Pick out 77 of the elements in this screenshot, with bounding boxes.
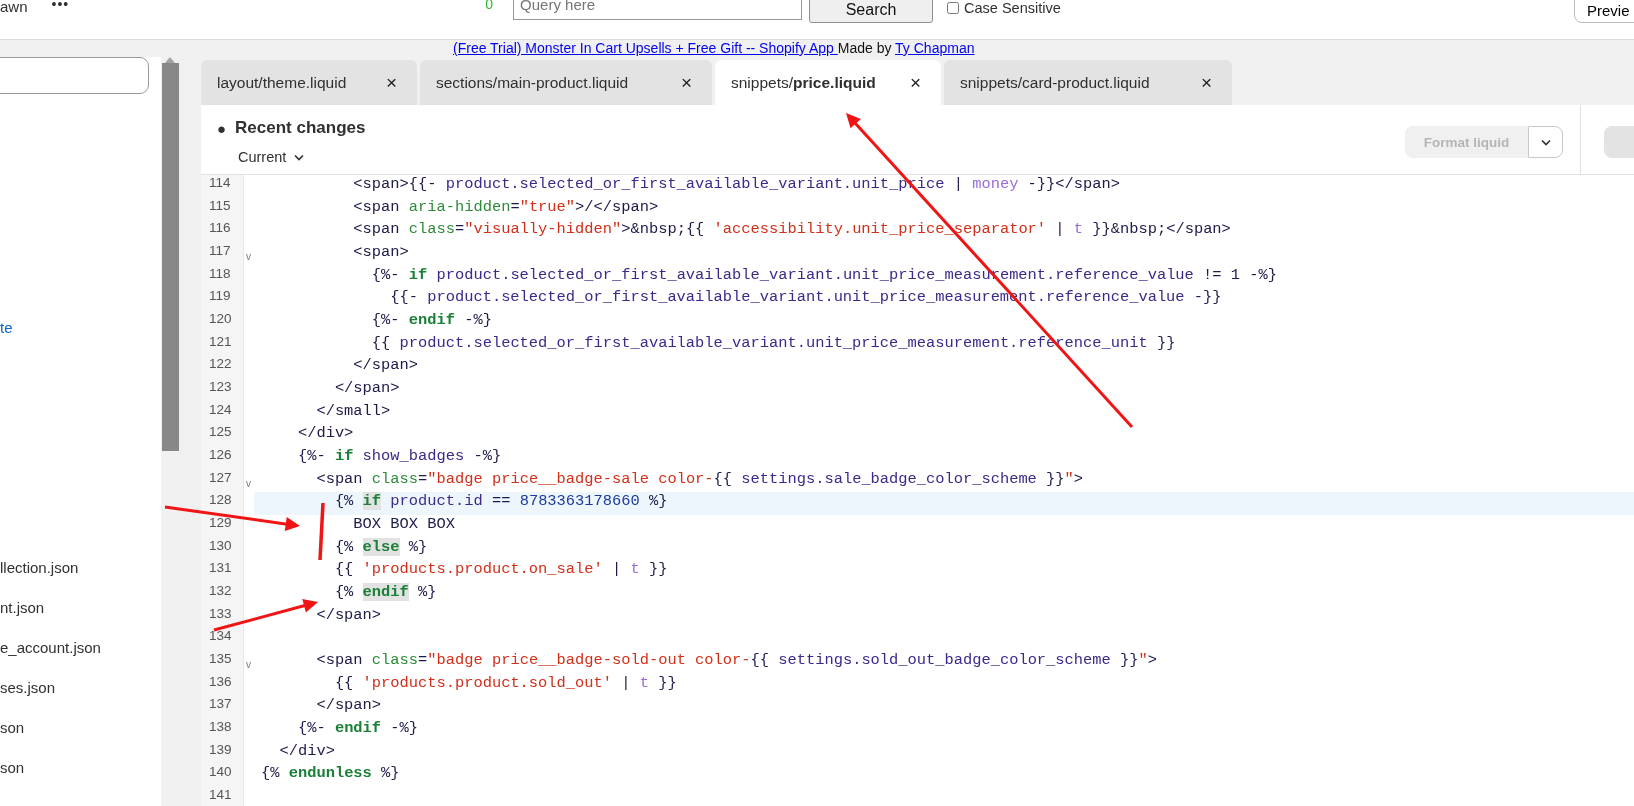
line-number: 126 xyxy=(201,447,244,470)
line-number: 122 xyxy=(201,356,244,380)
editor-tab[interactable]: snippets/card-product.liquid × xyxy=(944,60,1232,105)
code-line: <span> xyxy=(352,243,410,263)
code-line: </div> xyxy=(296,424,355,445)
close-tab-button[interactable]: × xyxy=(381,71,401,94)
app-link[interactable]: (Free Trial) Monster In Cart Upsells + Free Gift -- Shopify App xyxy=(453,40,838,56)
code-line: </span> xyxy=(315,696,383,717)
code-line: {%- endif -%} xyxy=(296,719,420,740)
line-number: 141 xyxy=(201,787,244,806)
app-title: awn xyxy=(0,0,28,15)
line-number: 116 xyxy=(201,220,244,243)
file-item[interactable]: ses.json xyxy=(0,678,161,718)
author-link[interactable]: Ty Chapman xyxy=(895,40,975,56)
section-title: Recent changes xyxy=(235,118,366,138)
line-number: 119 xyxy=(201,288,244,312)
editor-tab[interactable]: snippets/price.liquid × xyxy=(715,60,941,105)
code-line: {{ 'products.product.on_sale' | t }} xyxy=(333,560,669,581)
line-number: 125 xyxy=(201,424,244,448)
line-number: 138 xyxy=(201,719,244,742)
file-item[interactable]: e_account.json xyxy=(0,638,161,678)
version-dropdown[interactable]: Current xyxy=(238,149,305,165)
fold-toggle[interactable]: v xyxy=(244,243,254,266)
preview-button[interactable]: Previe xyxy=(1574,0,1634,23)
code-line: <span class="badge price__badge-sold-out color-{{ settings.sold_out_badge_color_scheme }}"> xyxy=(315,651,1158,672)
line-number: 127 xyxy=(201,469,244,493)
line-number: 118 xyxy=(201,265,244,289)
code-line: {%- if show_badges -%} xyxy=(296,447,503,468)
credit-text: Made by xyxy=(837,40,893,56)
line-number: 139 xyxy=(201,741,244,765)
checkbox-label: Case Sensitive xyxy=(964,0,1061,16)
line-number: 117 xyxy=(201,243,244,266)
more-menu-button[interactable]: ••• xyxy=(51,0,70,12)
line-number: 128 xyxy=(201,492,244,516)
close-tab-button[interactable]: × xyxy=(676,71,696,94)
line-number: 115 xyxy=(201,197,244,221)
code-line: <span aria-hidden="true">/</span> xyxy=(352,197,660,218)
file-item[interactable]: son xyxy=(0,758,161,798)
code-line: {{ 'products.product.sold_out' | t }} xyxy=(333,673,678,694)
code-line: </span> xyxy=(315,605,383,626)
line-number: 114 xyxy=(201,175,244,198)
code-line: {% endunless %} xyxy=(260,764,401,785)
code-line: BOX BOX BOX xyxy=(352,515,456,536)
code-line: {% endif %} xyxy=(333,583,438,604)
editor-tab[interactable]: sections/main-product.liquid × xyxy=(420,60,712,105)
fold-toggle[interactable]: v xyxy=(244,469,254,493)
line-number: 132 xyxy=(201,583,244,606)
search-button[interactable]: Search xyxy=(809,0,934,23)
code-line: </span> xyxy=(352,356,419,377)
close-tab-button[interactable]: × xyxy=(1196,71,1216,94)
line-number: 140 xyxy=(201,764,244,788)
code-line: <span class="badge price__badge-sale color-{{ settings.sale_badge_color_scheme }}"> xyxy=(315,469,1085,490)
code-line: </div> xyxy=(278,741,336,762)
editor-tab[interactable]: layout/theme.liquid × xyxy=(201,60,417,105)
code-line: </small> xyxy=(315,401,392,422)
line-number: 135 xyxy=(201,651,244,674)
file-item[interactable]: llection.json xyxy=(0,558,161,598)
status-dot-icon: ● xyxy=(217,119,227,137)
file-item[interactable]: son xyxy=(0,718,161,758)
line-number: 130 xyxy=(201,537,244,561)
code-line: {%- endif -%} xyxy=(370,311,493,332)
sidebar-link[interactable]: te xyxy=(0,318,161,338)
line-number: 136 xyxy=(201,673,244,697)
line-number: 134 xyxy=(201,628,244,652)
fold-toggle[interactable]: v xyxy=(244,651,254,674)
code-line: </span> xyxy=(333,379,401,400)
file-item[interactable]: nt.json xyxy=(0,598,161,638)
close-tab-button[interactable]: × xyxy=(905,71,925,94)
line-number: 120 xyxy=(201,311,244,334)
code-line: {% else %} xyxy=(333,537,429,558)
line-number: 124 xyxy=(201,401,244,425)
line-number: 129 xyxy=(201,515,244,538)
line-number: 121 xyxy=(201,333,244,357)
line-number: 137 xyxy=(201,696,244,720)
match-count: 0 xyxy=(485,0,494,12)
line-number: 123 xyxy=(201,379,244,402)
line-number: 131 xyxy=(201,560,244,584)
